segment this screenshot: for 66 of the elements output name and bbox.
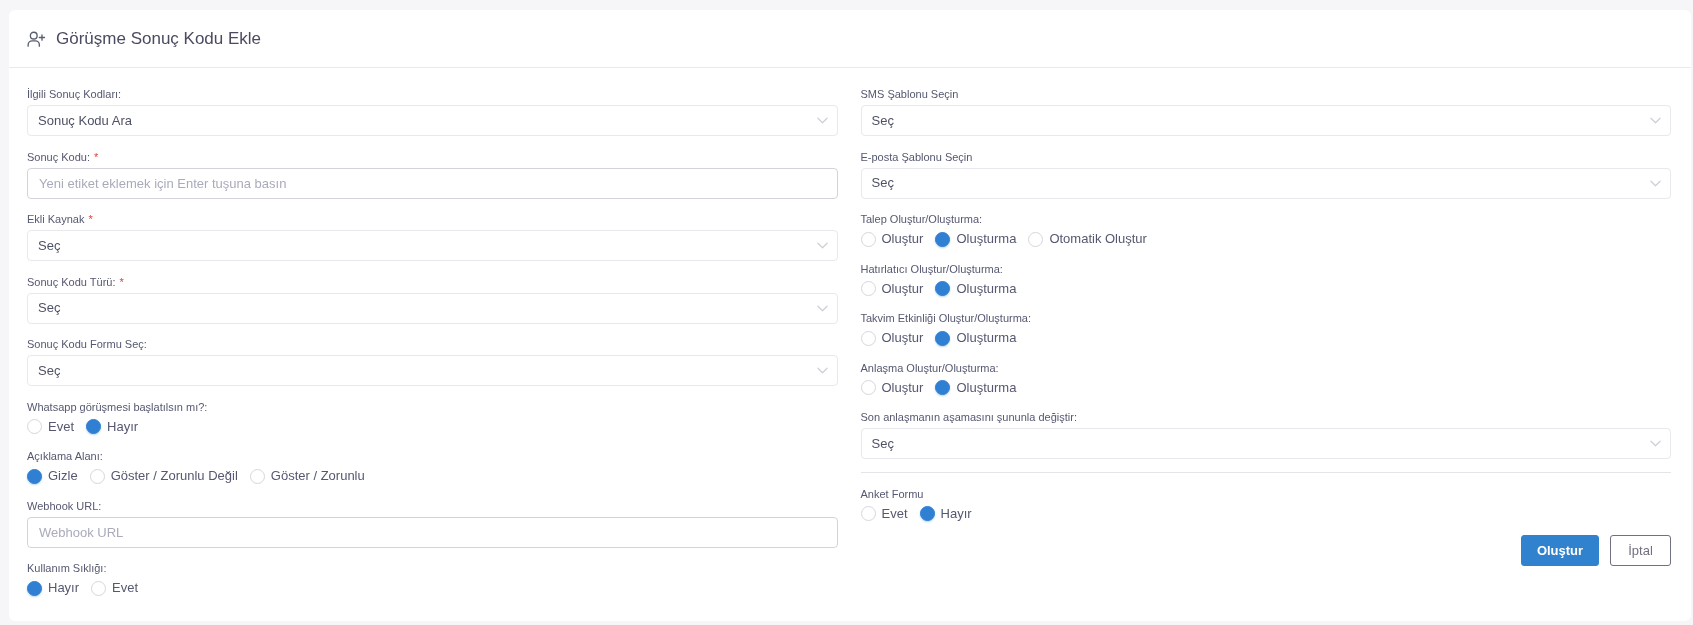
field-label: Kullanım Sıklığı: [27,561,107,576]
required-mark: * [119,274,124,290]
field-label: Ekli Kaynak [27,212,85,227]
cancel-button[interactable]: İptal [1610,535,1671,566]
radio-button[interactable] [935,380,951,395]
field-label: İlgili Sonuç Kodları: [27,87,122,102]
person-plus-icon [27,30,45,47]
field-label: Son anlaşmanın aşamasını şununla değiştir: [860,410,1077,425]
field-label: Sonuç Kodu Formu Seç: [27,337,147,352]
field-label: Webhook URL: [27,498,102,514]
radio-label[interactable]: Göster / Zorunlu Değil [110,467,238,485]
field-label: Anket Formu [860,486,924,502]
radio-label[interactable]: Hayır [940,504,972,523]
chevron-down-icon [1650,117,1661,124]
radio-button[interactable] [86,419,101,434]
select-field[interactable]: Sonuç Kodu Ara [27,105,838,136]
select-field[interactable]: Seç [27,230,838,261]
text-input[interactable]: Yeni etiket eklemek için Enter tuşuna basın [27,167,838,199]
field-label: Hatırlatıcı Oluştur/Oluşturma: [860,261,1003,277]
radio-button[interactable] [919,506,935,521]
field-label: Sonuç Kodu: [27,149,90,165]
radio-label[interactable]: Evet [48,417,74,436]
radio-label[interactable]: Evet [112,579,139,597]
select-field[interactable]: Seç [27,292,838,324]
radio-button[interactable] [27,580,42,596]
radio-label[interactable]: Oluşturma [956,378,1017,397]
radio-label[interactable]: Hayır [107,417,139,436]
chevron-down-icon [816,117,828,124]
radio-label[interactable]: Evet [881,504,908,523]
radio-button[interactable] [935,231,951,247]
radio-label[interactable]: Oluşturma [956,329,1017,347]
submit-button[interactable]: Oluştur [1521,535,1599,566]
select-field[interactable]: Seç [860,105,1671,136]
radio-label[interactable]: Oluşturma [956,279,1017,298]
chevron-down-icon [816,304,828,312]
field-label: SMS Şablonu Seçin [860,87,959,102]
chevron-down-icon [816,367,828,374]
chevron-down-icon [816,242,828,249]
radio-label[interactable]: Oluşturma [956,230,1017,248]
radio-button[interactable] [935,281,951,296]
field-label: Sonuç Kodu Türü: [27,274,116,290]
radio-label[interactable]: Oluştur [881,279,924,298]
chevron-down-icon [1650,179,1661,187]
field-label: Açıklama Alanı: [27,449,103,464]
select-field[interactable]: Seç [860,167,1671,199]
chevron-down-icon [1650,440,1661,447]
radio-label[interactable]: Gizle [48,467,78,485]
radio-label[interactable]: Otomatik Oluştur [1049,230,1147,248]
select-field[interactable]: Seç [27,355,838,386]
radio-label[interactable]: Oluştur [881,378,924,397]
select-field[interactable]: Seç [860,428,1671,459]
radio-label[interactable]: Oluştur [881,230,924,248]
field-label: E-posta Şablonu Seçin [860,149,973,165]
field-label: Whatsapp görüşmesi başlatılsın mı?: [27,399,208,415]
radio-button[interactable] [27,468,42,484]
required-mark: * [94,149,99,165]
field-label: Anlaşma Oluştur/Oluşturma: [860,360,999,376]
field-label: Talep Oluştur/Oluşturma: [860,212,983,227]
radio-label[interactable]: Oluştur [881,329,924,347]
form-title: Görüşme Sonuç Kodu Ekle [56,27,262,50]
radio-button[interactable] [935,330,951,346]
required-mark: * [88,212,93,227]
field-label: Takvim Etkinliği Oluştur/Oluşturma: [860,311,1032,326]
radio-label[interactable]: Hayır [48,579,80,597]
text-input[interactable]: Webhook URL [27,516,838,548]
radio-label[interactable]: Göster / Zorunlu [270,467,365,485]
